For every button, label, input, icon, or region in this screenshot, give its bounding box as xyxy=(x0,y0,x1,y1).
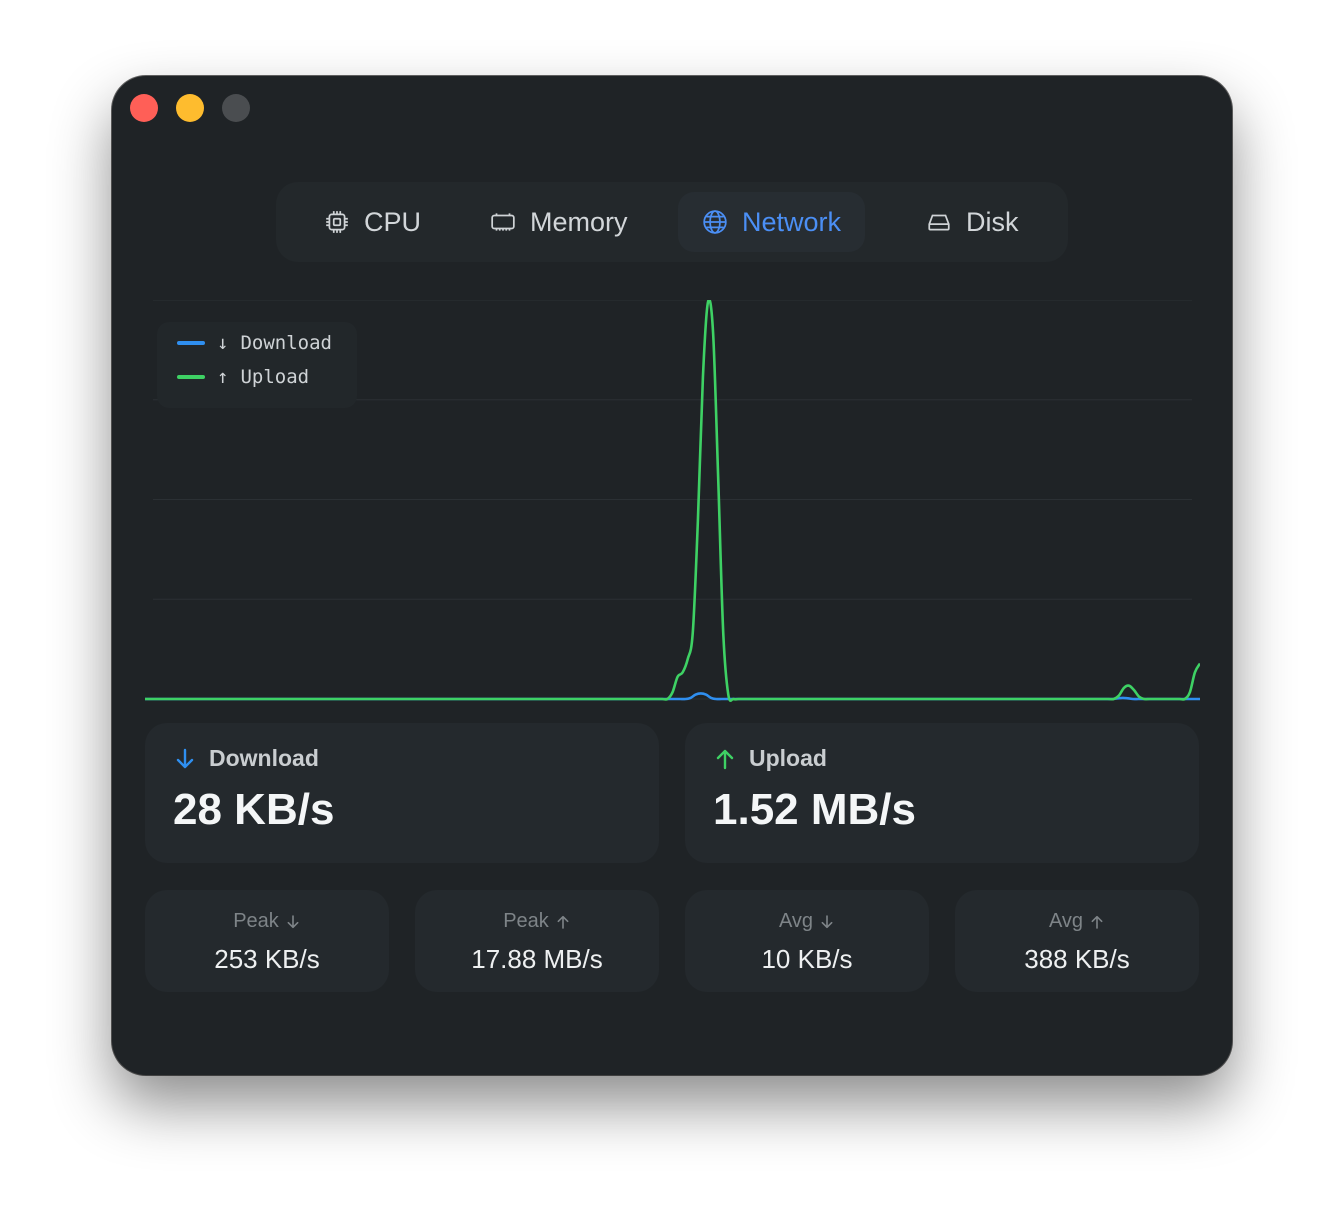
stat-avg-download: Avg 10 KB/s xyxy=(685,890,929,992)
zoom-button[interactable] xyxy=(222,94,250,122)
stat-avg-download-header: Avg xyxy=(685,910,929,933)
download-swatch xyxy=(177,341,205,345)
arrow-down-icon xyxy=(287,914,299,928)
tab-memory-label: Memory xyxy=(530,206,628,237)
tab-network[interactable]: Network xyxy=(678,192,866,252)
disk-icon xyxy=(928,214,950,231)
current-download-value: 28 KB/s xyxy=(173,785,335,834)
arrow-up-icon xyxy=(716,749,734,769)
arrow-up-icon xyxy=(557,915,569,929)
tab-network-label: Network xyxy=(742,206,842,237)
arrow-up-icon xyxy=(1091,915,1103,929)
app-window: CPU Memory Network Disk ↓ Download ↑ Upl… xyxy=(112,76,1232,1075)
chart-legend: ↓ Download ↑ Upload xyxy=(157,322,357,408)
arrow-down-icon xyxy=(176,748,194,768)
stat-peak-download: Peak 253 KB/s xyxy=(145,890,389,992)
stat-avg-upload: Avg 388 KB/s xyxy=(955,890,1199,992)
stat-peak-upload-header: Peak xyxy=(415,910,659,933)
stat-avg-upload-header: Avg xyxy=(955,910,1199,933)
tab-bar: CPU Memory Network Disk xyxy=(276,182,1068,262)
current-download-card: Download 28 KB/s xyxy=(145,723,659,863)
current-upload-value: 1.52 MB/s xyxy=(713,785,916,834)
stat-avg-download-value: 10 KB/s xyxy=(761,944,853,974)
stat-peak-download-label: Peak xyxy=(233,910,279,932)
tab-disk[interactable]: Disk xyxy=(902,192,1043,252)
memory-icon xyxy=(491,213,515,231)
tab-memory[interactable]: Memory xyxy=(466,192,652,252)
legend-upload-label: Upload xyxy=(240,366,310,388)
network-chart: ↓ Download ↑ Upload xyxy=(145,300,1200,705)
current-download-header: Download xyxy=(173,745,319,772)
stat-avg-download-label: Avg xyxy=(778,910,814,932)
legend-upload-arrow: ↑ xyxy=(217,366,229,388)
current-upload-card: Upload 1.52 MB/s xyxy=(685,723,1199,863)
stat-avg-upload-value: 388 KB/s xyxy=(1024,944,1130,974)
tab-disk-label: Disk xyxy=(966,206,1019,237)
stat-peak-upload-label: Peak xyxy=(503,910,549,932)
stat-peak-download-value: 253 KB/s xyxy=(214,944,320,974)
stat-peak-upload: Peak 17.88 MB/s xyxy=(415,890,659,992)
legend-item-download: ↓ Download xyxy=(177,332,332,354)
close-button[interactable] xyxy=(130,94,158,122)
current-upload-header: Upload xyxy=(713,745,827,772)
legend-item-upload: ↑ Upload xyxy=(177,366,309,388)
stat-peak-download-header: Peak xyxy=(145,910,389,933)
globe-icon xyxy=(703,210,727,234)
minimize-button[interactable] xyxy=(176,94,204,122)
legend-download-label: Download xyxy=(240,332,332,354)
arrow-down-icon xyxy=(821,914,833,928)
tab-cpu[interactable]: CPU xyxy=(300,192,445,252)
legend-download-arrow: ↓ xyxy=(217,332,229,354)
current-upload-label: Upload xyxy=(749,745,827,771)
cpu-icon xyxy=(326,211,348,233)
stat-avg-upload-label: Avg xyxy=(1048,910,1084,932)
traffic-lights xyxy=(130,94,250,122)
stat-peak-upload-value: 17.88 MB/s xyxy=(471,944,603,974)
current-download-label: Download xyxy=(209,745,319,771)
upload-swatch xyxy=(177,375,205,379)
tab-cpu-label: CPU xyxy=(364,206,422,237)
